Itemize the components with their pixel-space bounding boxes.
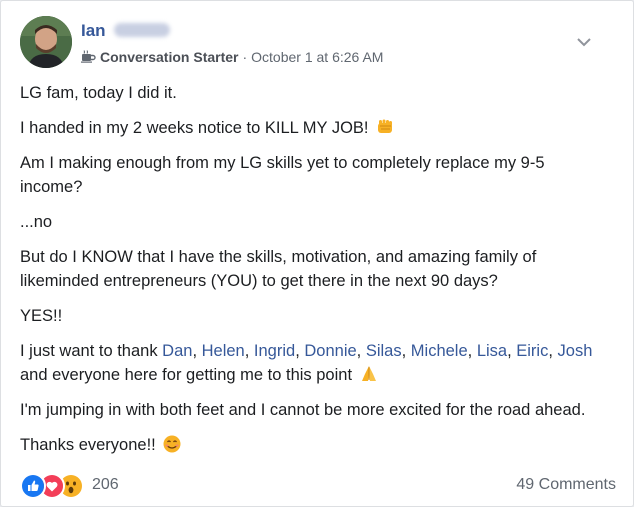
separator: · [242, 49, 248, 65]
paragraph: I just want to thank Dan, Helen, Ingrid,… [20, 339, 605, 387]
paragraph-text: YES!! [20, 307, 63, 325]
paragraph: Am I making enough from my LG skills yet… [20, 151, 605, 199]
paragraph-text: LG fam, today I did it. [20, 84, 177, 102]
paragraph: ...no [20, 210, 605, 234]
paragraph-text: ...no [20, 213, 53, 231]
post-meta: Conversation Starter · October 1 at 6:26 A… [81, 49, 383, 65]
tagged-person-link[interactable]: Eiric [516, 342, 548, 360]
reaction-count: 206 [92, 476, 119, 493]
post-card: Ian Conversation Starter · October 1 at 6:… [0, 0, 634, 507]
paragraph: I'm jumping in with both feet and I cann… [20, 398, 605, 422]
tagged-person-link[interactable]: Ingrid [254, 342, 295, 360]
paragraph: LG fam, today I did it. [20, 81, 605, 105]
coffee-cup-icon [81, 50, 96, 63]
tag-separator: , [467, 342, 477, 360]
tagged-person-link[interactable]: Josh [558, 342, 593, 360]
tag-separator: , [507, 342, 517, 360]
comments-link[interactable]: 49 Comments [516, 476, 616, 494]
chevron-down-icon[interactable] [576, 36, 592, 48]
tagged-person-link[interactable]: Michele [411, 342, 468, 360]
paragraph: I handed in my 2 weeks notice to KILL MY… [20, 116, 605, 140]
tag-list: Dan, Helen, Ingrid, Donnie, Silas, Miche… [162, 342, 592, 360]
post-header: Ian Conversation Starter · October 1 at 6:… [20, 16, 610, 72]
author-name[interactable]: Ian [81, 21, 106, 40]
paragraph-text: Am I making enough from my LG skills yet… [20, 154, 545, 196]
tag-separator: , [295, 342, 305, 360]
badge-label[interactable]: Conversation Starter [100, 49, 238, 65]
paragraph: YES!! [20, 304, 605, 328]
post-footer: 206 49 Comments [20, 472, 616, 499]
tag-separator: , [401, 342, 411, 360]
paragraph: Thanks everyone!! [20, 433, 605, 457]
paragraph-text: Thanks everyone!! [20, 436, 156, 454]
author-name-blurred [113, 23, 170, 37]
tag-separator: , [356, 342, 366, 360]
tagged-person-link[interactable]: Lisa [477, 342, 507, 360]
paragraph-text: But do I KNOW that I have the skills, mo… [20, 248, 537, 290]
tagged-person-link[interactable]: Silas [366, 342, 402, 360]
fist-emoji [378, 119, 393, 133]
tag-separator: , [244, 342, 254, 360]
tagged-person-link[interactable]: Donnie [304, 342, 356, 360]
folded-hands-emoji [361, 366, 376, 381]
post-body: LG fam, today I did it. I handed in my 2… [20, 81, 605, 468]
paragraph-text: I handed in my 2 weeks notice to KILL MY… [20, 119, 369, 137]
paragraph: But do I KNOW that I have the skills, mo… [20, 245, 605, 293]
avatar[interactable] [20, 16, 72, 68]
paragraph-text: I'm jumping in with both feet and I cann… [20, 401, 586, 419]
timestamp[interactable]: October 1 at 6:26 AM [251, 49, 383, 65]
tagged-person-link[interactable]: Helen [202, 342, 245, 360]
author: Ian [81, 21, 170, 41]
paragraph-text: I just want to thank [20, 342, 163, 360]
tag-separator: , [548, 342, 558, 360]
tagged-person-link[interactable]: Dan [162, 342, 192, 360]
like-icon [20, 473, 46, 499]
profile-photo [20, 16, 72, 68]
paragraph-text: and everyone here for getting me to this… [20, 366, 353, 384]
tag-separator: , [192, 342, 202, 360]
smiling-face-emoji [163, 435, 181, 453]
